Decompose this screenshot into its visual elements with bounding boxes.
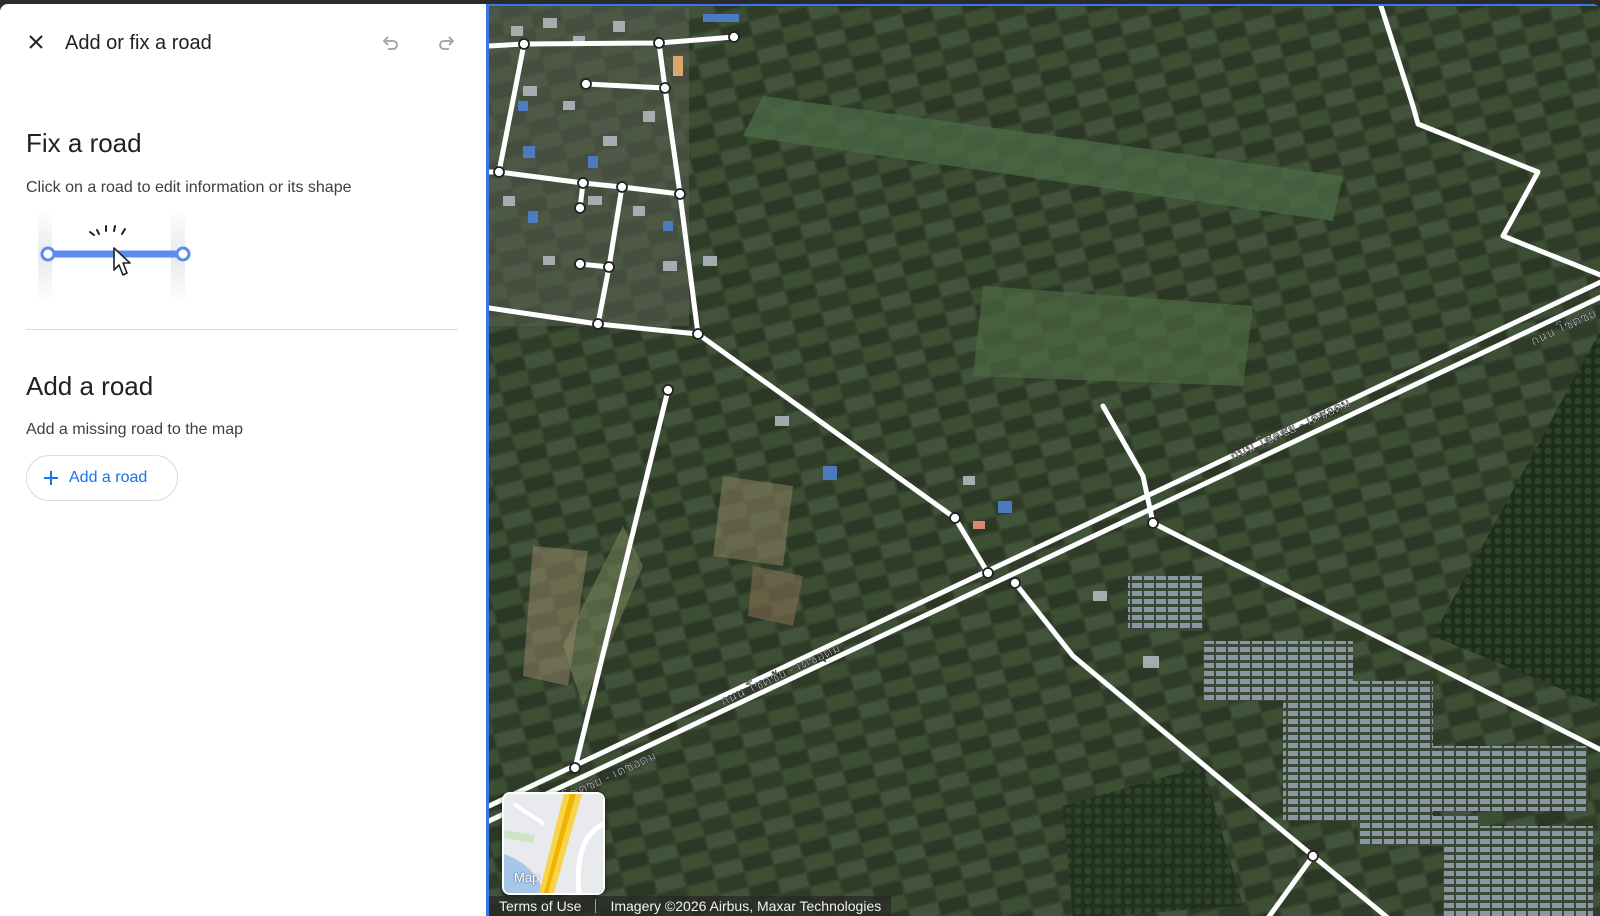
add-road-description: Add a missing road to the map <box>26 421 244 438</box>
add-road-button-label: Add a road <box>69 469 148 486</box>
fix-road-heading: Fix a road <box>26 128 142 158</box>
imagery-credit: Imagery ©2026 Airbus, Maxar Technologies <box>610 898 882 914</box>
redo-button[interactable] <box>434 30 460 56</box>
fix-road-illustration <box>38 209 191 304</box>
fix-road-description: Click on a road to edit information or i… <box>26 179 352 196</box>
satellite-imagery: ถนน โชคชัย - เดชอุดม ถนน โชคชัย - เดชอุด… <box>489 6 1600 916</box>
add-road-heading: Add a road <box>26 371 154 401</box>
satellite-map[interactable]: ถนน โชคชัย - เดชอุดม ถนน โชคชัย - เดชอุด… <box>486 4 1600 916</box>
map-type-toggle[interactable]: Map <box>502 792 605 895</box>
add-road-button[interactable]: Add a road <box>26 455 178 501</box>
app-window: Add or fix a road Fix a road Click on a … <box>0 4 1600 916</box>
attribution-separator <box>595 899 597 913</box>
terms-of-use-link[interactable]: Terms of Use <box>499 898 581 914</box>
close-button[interactable] <box>22 28 50 56</box>
panel-title: Add or fix a road <box>65 32 212 54</box>
edit-road-panel: Add or fix a road Fix a road Click on a … <box>0 4 486 916</box>
close-icon <box>29 35 43 49</box>
undo-button[interactable] <box>377 30 403 56</box>
plus-icon <box>44 471 58 485</box>
map-attribution: Terms of Use Imagery ©2026 Airbus, Maxar… <box>489 896 892 916</box>
undo-icon <box>382 36 398 50</box>
redo-icon <box>439 36 455 50</box>
section-divider <box>26 329 458 330</box>
map-type-label: Map <box>514 870 540 885</box>
